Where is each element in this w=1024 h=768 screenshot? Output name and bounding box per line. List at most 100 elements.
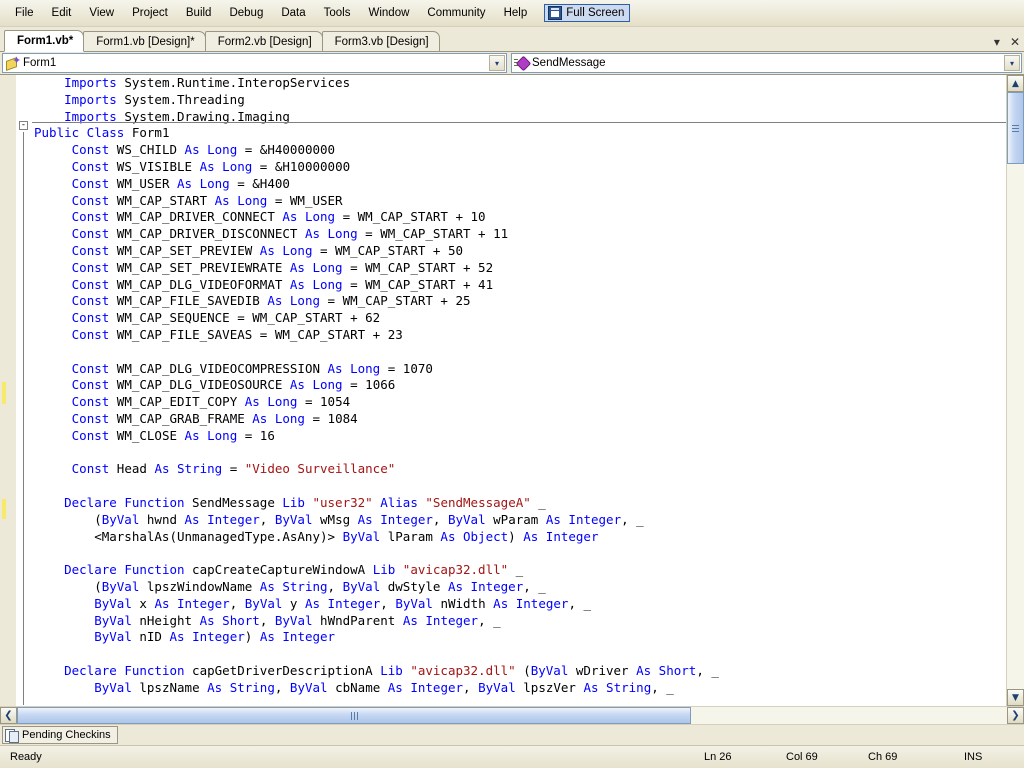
code-token: WM_USER xyxy=(109,175,178,191)
menu-item-build[interactable]: Build xyxy=(177,3,221,24)
code-token: capGetDriverDescriptionA xyxy=(184,662,381,678)
code-token: "SendMessageA" xyxy=(425,494,531,510)
code-token: Form1 xyxy=(124,125,170,141)
tab-form1-vb[interactable]: Form1.vb* xyxy=(4,30,85,52)
code-token: "Video Surveillance" xyxy=(244,461,396,477)
close-icon[interactable]: ✕ xyxy=(1010,36,1020,48)
horizontal-scroll-track[interactable] xyxy=(17,707,1007,724)
code-text-area[interactable]: Imports System.Runtime.InteropServices I… xyxy=(32,75,1006,706)
code-token: nHeight xyxy=(131,612,200,628)
vertical-scroll-thumb[interactable] xyxy=(1007,92,1024,164)
code-token: As Long xyxy=(282,209,336,225)
code-token: As Long xyxy=(289,259,343,275)
method-icon xyxy=(514,55,532,72)
code-token: Const xyxy=(71,394,110,410)
menu-item-project[interactable]: Project xyxy=(123,3,177,24)
code-line: Const WM_CAP_FILE_SAVEAS = WM_CAP_START … xyxy=(34,327,1006,344)
menu-item-help[interactable]: Help xyxy=(495,3,537,24)
code-token: As Object xyxy=(440,528,509,544)
code-token: , xyxy=(259,511,275,527)
code-token: As Integer xyxy=(545,511,622,527)
menu-item-debug[interactable]: Debug xyxy=(220,3,272,24)
scroll-down-button[interactable]: ▼ xyxy=(1007,689,1024,706)
code-token: WM_CAP_DRIVER_DISCONNECT xyxy=(109,226,305,242)
menu-item-edit[interactable]: Edit xyxy=(43,3,81,24)
code-token: = WM_CAP_START + 25 xyxy=(320,293,471,309)
code-token: _ xyxy=(508,562,524,578)
code-token: Const xyxy=(71,192,110,208)
code-line: Const WM_CAP_DLG_VIDEOSOURCE As Long = 1… xyxy=(34,377,1006,394)
code-line: Const WM_CAP_SET_PREVIEW As Long = WM_CA… xyxy=(34,243,1006,260)
code-token: Imports xyxy=(64,75,117,90)
tab-label: Form2.vb [Design] xyxy=(217,35,312,48)
code-token: Const xyxy=(71,226,110,242)
code-token: ByVal xyxy=(244,595,283,611)
code-token: WM_CAP_DRIVER_CONNECT xyxy=(109,209,283,225)
member-dropdown[interactable]: SendMessage ▾ xyxy=(511,53,1022,73)
code-token: As Long xyxy=(259,242,313,258)
code-token: WM_CAP_EDIT_COPY xyxy=(109,394,245,410)
code-token: SendMessage xyxy=(184,494,283,510)
menu-item-community[interactable]: Community xyxy=(418,3,494,24)
horizontal-scrollbar[interactable]: ❮ ❯ xyxy=(0,706,1024,724)
tab-form2-vb-design[interactable]: Form2.vb [Design] xyxy=(204,31,323,51)
menu-item-view[interactable]: View xyxy=(80,3,123,24)
code-token: WM_CAP_FILE_SAVEDIB xyxy=(109,293,268,309)
code-token: ByVal xyxy=(274,511,313,527)
class-dropdown-arrow[interactable]: ▾ xyxy=(489,55,505,71)
status-character-number: Ch 69 xyxy=(868,751,898,763)
vertical-scrollbar[interactable]: ▲ ▼ xyxy=(1006,75,1024,706)
code-token: hWndParent xyxy=(312,612,403,628)
code-line: <MarshalAs(UnmanagedType.AsAny)> ByVal l… xyxy=(34,529,1006,546)
code-token: lpszWindowName xyxy=(139,578,260,594)
code-token: As Long xyxy=(304,226,358,242)
code-token: As Integer xyxy=(169,629,245,645)
scroll-left-button[interactable]: ❮ xyxy=(0,707,17,724)
tab-form3-vb-design[interactable]: Form3.vb [Design] xyxy=(321,31,440,51)
code-line: Const WM_CLOSE As Long = 16 xyxy=(34,428,1006,445)
code-token: WS_CHILD xyxy=(109,142,185,158)
tab-label: Form3.vb [Design] xyxy=(334,35,429,48)
change-mark xyxy=(2,382,6,404)
pending-checkins-button[interactable]: Pending Checkins xyxy=(2,726,118,744)
class-dropdown[interactable]: ✦ Form1 ▾ xyxy=(2,53,507,73)
document-tab-bar: Form1.vb* Form1.vb [Design]* Form2.vb [D… xyxy=(0,27,1024,52)
tab-form1-vb-design[interactable]: Form1.vb [Design]* xyxy=(83,31,206,51)
code-token: ) xyxy=(244,629,260,645)
code-token: _ xyxy=(530,494,546,510)
code-token: = 1066 xyxy=(342,377,396,393)
code-token: dwStyle xyxy=(380,578,448,594)
member-dropdown-arrow[interactable]: ▾ xyxy=(1004,55,1020,71)
horizontal-scroll-thumb[interactable] xyxy=(17,707,691,724)
code-token: ( xyxy=(34,511,102,527)
code-token: System.Threading xyxy=(116,91,245,107)
code-token: As Short xyxy=(636,662,697,678)
menu-item-tools[interactable]: Tools xyxy=(315,3,360,24)
code-token: nID xyxy=(131,629,170,645)
scroll-up-button[interactable]: ▲ xyxy=(1007,75,1024,92)
code-token: = WM_USER xyxy=(267,192,343,208)
vertical-scroll-track[interactable] xyxy=(1007,92,1024,689)
menu-item-file[interactable]: File xyxy=(6,3,43,24)
code-lines: Imports System.Runtime.InteropServices I… xyxy=(34,75,1006,696)
code-token: As String xyxy=(259,578,328,594)
class-icon: ✦ xyxy=(5,55,21,72)
editor-body: - Imports System.Runtime.InteropServices… xyxy=(0,75,1024,706)
code-token: ByVal xyxy=(447,511,486,527)
fold-toggle-class[interactable]: - xyxy=(19,121,28,130)
code-token: , _ xyxy=(651,679,674,695)
code-token: Const xyxy=(71,276,110,292)
chevron-down-icon[interactable]: ▾ xyxy=(994,36,1000,48)
full-screen-button[interactable]: Full Screen xyxy=(544,4,631,22)
menu-item-window[interactable]: Window xyxy=(360,3,419,24)
scroll-right-button[interactable]: ❯ xyxy=(1007,707,1024,724)
menu-item-data[interactable]: Data xyxy=(272,3,314,24)
